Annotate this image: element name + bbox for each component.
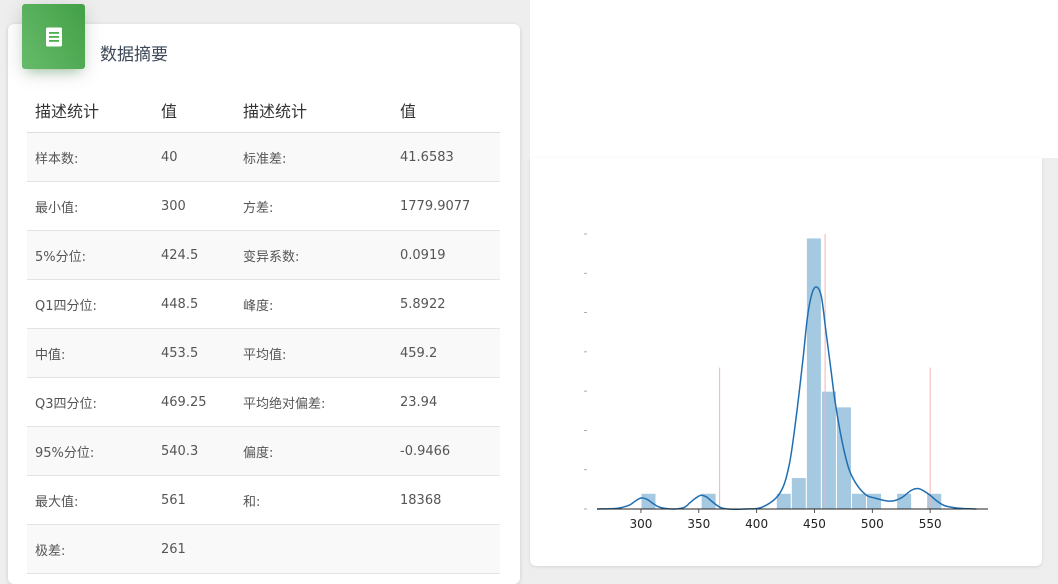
stat-label: 标准差: xyxy=(235,132,392,182)
stat-value: 448.5 xyxy=(153,279,235,329)
distribution-chart-card: 300 350 400 450 500 550 xyxy=(530,158,1042,566)
stat-label: 样本数: xyxy=(27,132,153,182)
histogram-bar xyxy=(640,492,657,510)
stat-label: 极差: xyxy=(27,524,153,574)
x-tick-label: 550 xyxy=(919,517,942,531)
stat-label: 偏度: xyxy=(235,426,392,476)
table-row: 5%分位: 424.5 变异系数: 0.0919 xyxy=(27,230,500,280)
histogram-bar xyxy=(850,492,868,510)
histogram-bar xyxy=(790,477,807,510)
header-value-2: 值 xyxy=(392,87,500,133)
histogram-bar xyxy=(866,492,883,510)
histogram-bar xyxy=(926,492,943,510)
table-header-row: 描述统计 值 描述统计 值 xyxy=(27,87,500,133)
header-stat-2: 描述统计 xyxy=(235,87,392,133)
stat-label xyxy=(235,524,392,574)
stat-value: 300 xyxy=(153,181,235,231)
stat-value: 41.6583 xyxy=(392,132,500,182)
stat-value: 40 xyxy=(153,132,235,182)
stat-value: 561 xyxy=(153,475,235,525)
stat-value: 453.5 xyxy=(153,328,235,378)
stat-value: 1779.9077 xyxy=(392,181,500,231)
stat-value: 540.3 xyxy=(153,426,235,476)
stat-label: 和: xyxy=(235,475,392,525)
stat-value: 459.2 xyxy=(392,328,500,378)
stat-value: -0.9466 xyxy=(392,426,500,476)
data-summary-card: 数据摘要 描述统计 值 描述统计 值 样本数: 40 标准差: 41.6583 最小值:… xyxy=(8,24,520,584)
document-list-icon xyxy=(22,4,85,69)
stat-label: 95%分位: xyxy=(27,426,153,476)
stat-value: 424.5 xyxy=(153,230,235,280)
stat-value: 0.0919 xyxy=(392,230,500,280)
header-value-1: 值 xyxy=(153,87,235,133)
x-tick-label: 300 xyxy=(630,517,653,531)
stat-label: 平均值: xyxy=(235,328,392,378)
x-tick-label: 450 xyxy=(803,517,826,531)
x-axis-ticks: 300 350 400 450 500 550 xyxy=(630,509,942,531)
kde-curve xyxy=(596,286,977,510)
table-row: 最小值: 300 方差: 1779.9077 xyxy=(27,181,500,231)
stat-label: 方差: xyxy=(235,181,392,231)
stat-value: 5.8922 xyxy=(392,279,500,329)
list-icon-glyph xyxy=(45,27,62,46)
stat-value: 469.25 xyxy=(153,377,235,427)
table-row: 样本数: 40 标准差: 41.6583 xyxy=(27,132,500,182)
reference-lines xyxy=(719,234,931,509)
stat-value: 18368 xyxy=(392,475,500,525)
stat-label: Q1四分位: xyxy=(27,279,153,329)
table-row: 95%分位: 540.3 偏度: -0.9466 xyxy=(27,426,500,476)
stat-label: 最大值: xyxy=(27,475,153,525)
stat-label: 平均绝对偏差: xyxy=(235,377,392,427)
table-row: 中值: 453.5 平均值: 459.2 xyxy=(27,328,500,378)
stat-value: 23.94 xyxy=(392,377,500,427)
stat-label: 变异系数: xyxy=(235,230,392,280)
stat-value xyxy=(392,524,500,574)
histogram-bar xyxy=(805,237,822,510)
table-row: Q3四分位: 469.25 平均绝对偏差: 23.94 xyxy=(27,377,500,427)
x-tick-label: 500 xyxy=(861,517,884,531)
table-row: 最大值: 561 和: 18368 xyxy=(27,475,500,525)
stat-label: 峰度: xyxy=(235,279,392,329)
summary-table: 描述统计 值 描述统计 值 样本数: 40 标准差: 41.6583 最小值: 300 方差… xyxy=(27,87,500,574)
card-title: 数据摘要 xyxy=(100,45,168,65)
stat-label: 5%分位: xyxy=(27,230,153,280)
stat-label: 最小值: xyxy=(27,181,153,231)
table-row: 极差: 261 xyxy=(27,524,500,574)
table-row: Q1四分位: 448.5 峰度: 5.8922 xyxy=(27,279,500,329)
x-tick-label: 350 xyxy=(687,517,710,531)
histogram-kde-chart: 300 350 400 450 500 550 xyxy=(584,233,988,531)
x-tick-label: 400 xyxy=(745,517,768,531)
histogram-bar xyxy=(820,390,837,510)
stat-value: 261 xyxy=(153,524,235,574)
y-axis-ticks xyxy=(584,233,587,510)
header-stat-1: 描述统计 xyxy=(27,87,153,133)
top-panel xyxy=(530,0,1058,158)
histogram-bars xyxy=(640,237,943,510)
stat-label: Q3四分位: xyxy=(27,377,153,427)
stat-label: 中值: xyxy=(27,328,153,378)
